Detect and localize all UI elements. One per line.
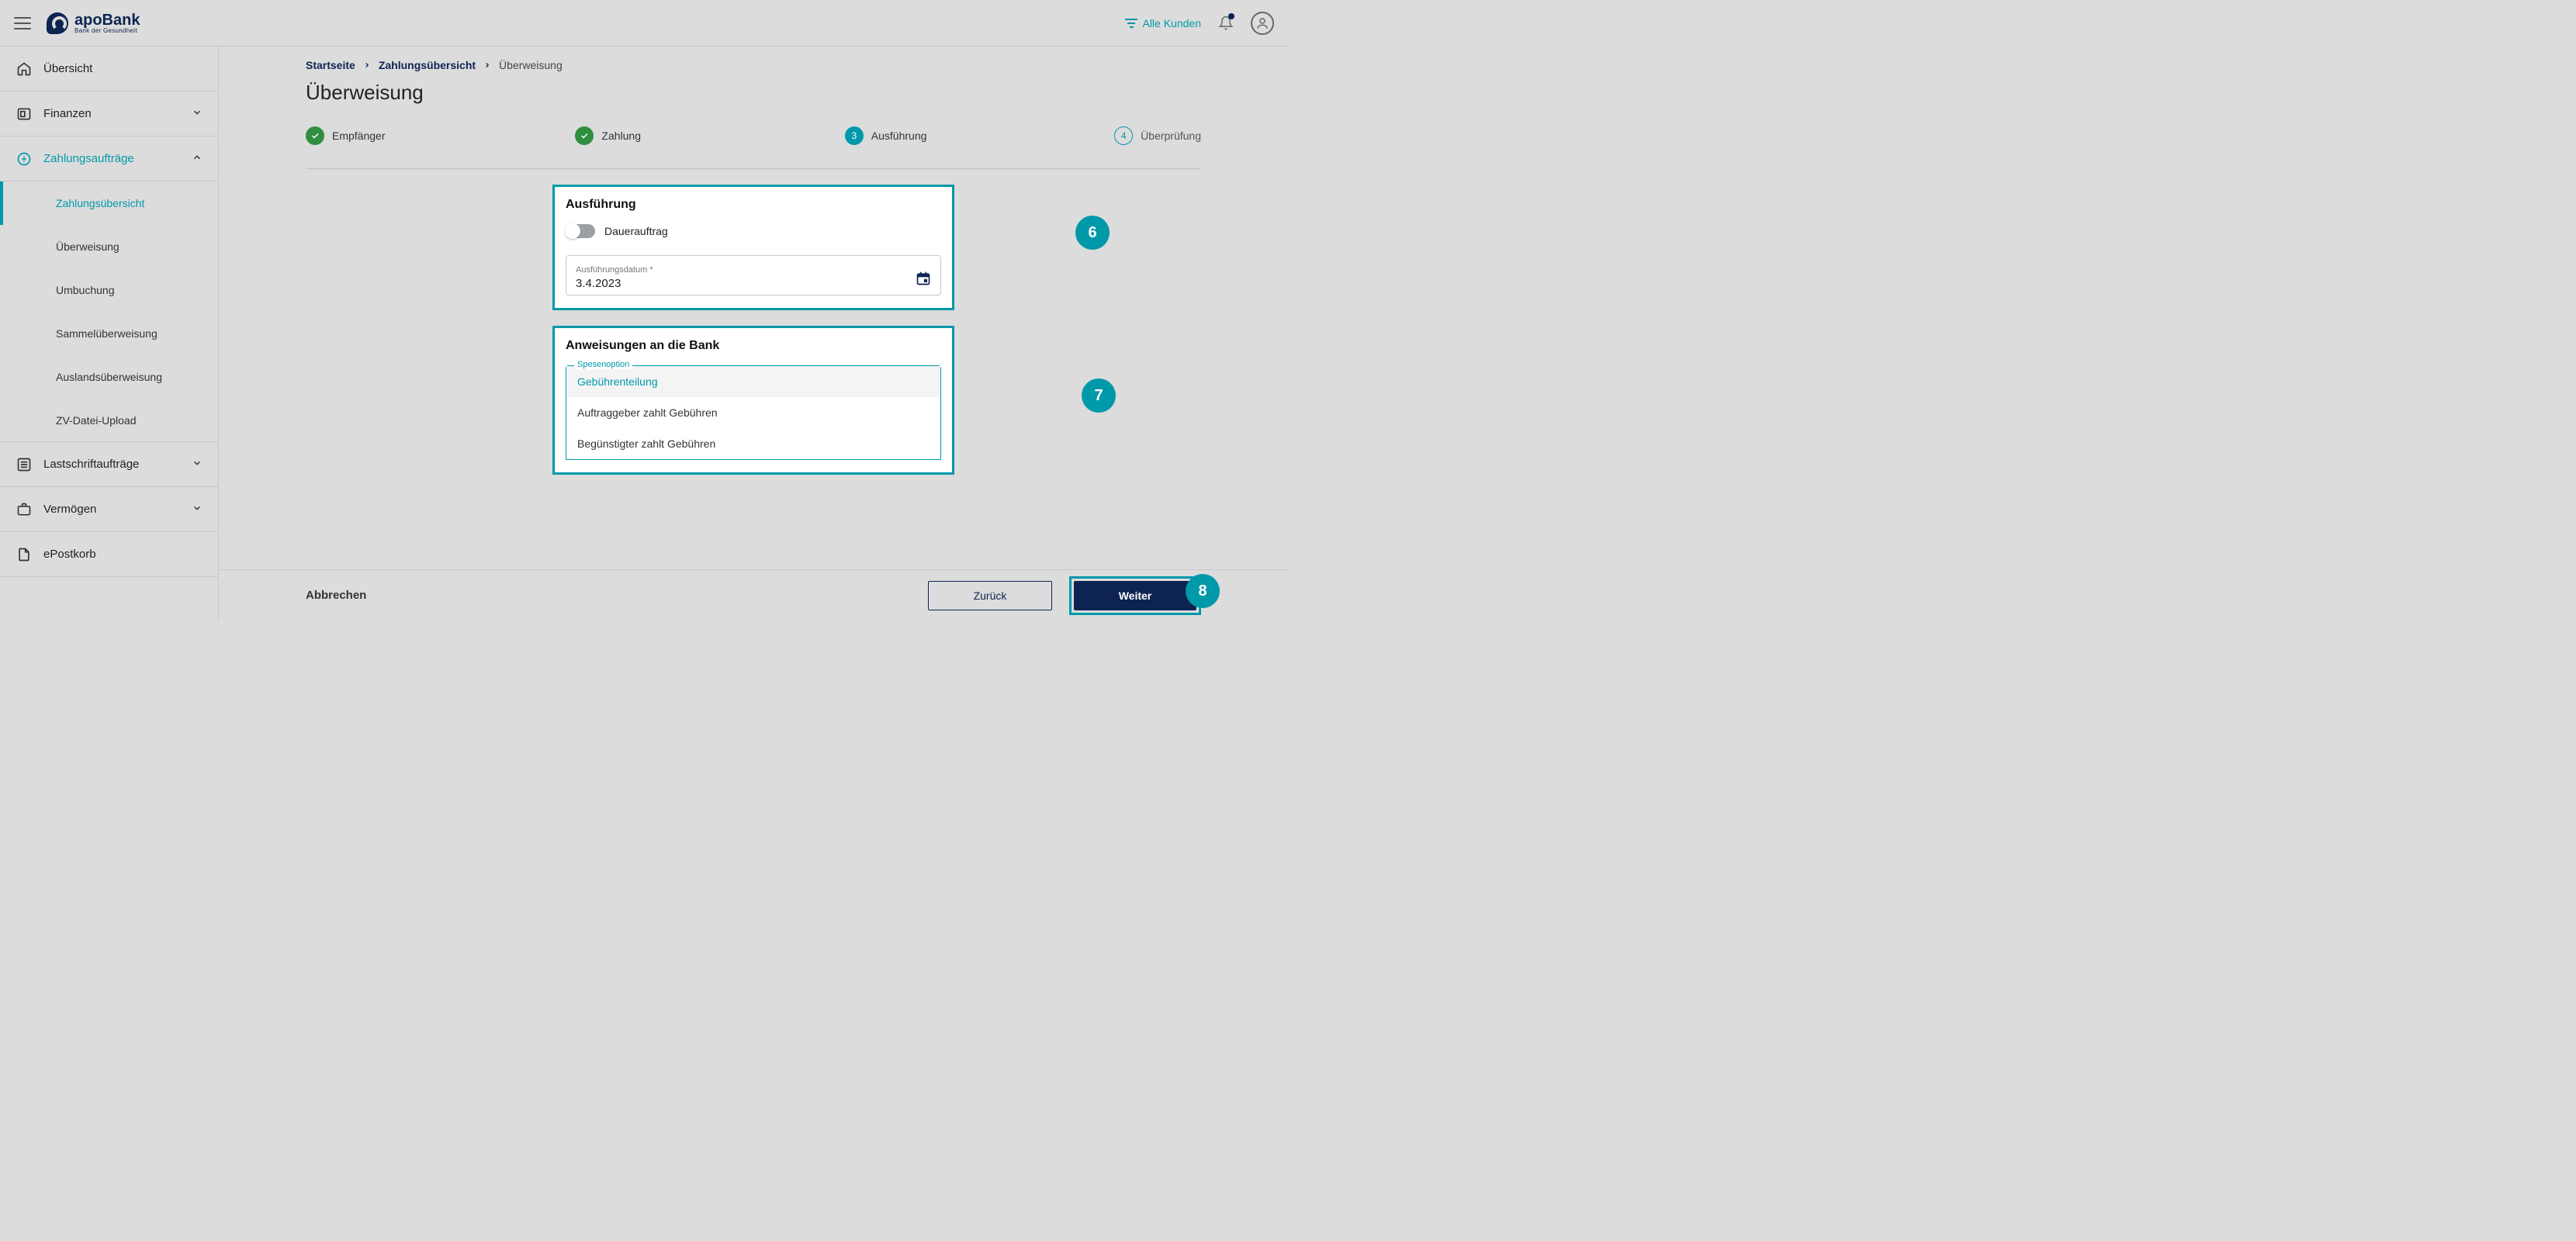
check-icon <box>575 126 594 145</box>
home-icon <box>16 60 33 78</box>
breadcrumb-overview[interactable]: Zahlungsübersicht <box>379 59 476 71</box>
sidebar-sub-foreign-transfer[interactable]: Auslandsüberweisung <box>0 355 218 399</box>
option-label: Auftraggeber zahlt Gebühren <box>577 406 718 419</box>
sidebar-item-overview[interactable]: Übersicht <box>0 47 218 92</box>
brand-tagline: Bank der Gesundheit <box>74 28 140 34</box>
sidebar: Übersicht Finanzen Zahlungsaufträge Zahl… <box>0 47 219 620</box>
profile-button[interactable] <box>1251 12 1274 35</box>
option-label: Begünstigter zahlt Gebühren <box>577 437 715 450</box>
fee-option-select[interactable]: Spesenoption Gebührenteilung Auftraggebe… <box>566 365 941 460</box>
sidebar-item-label: Vermögen <box>43 503 96 516</box>
card-title: Anweisungen an die Bank <box>566 339 941 353</box>
main-area: Startseite Zahlungsübersicht Überweisung… <box>219 47 1288 620</box>
option-fee-split[interactable]: Gebührenteilung <box>566 366 940 397</box>
step-execution: 3 Ausführung <box>845 126 1114 145</box>
execution-card: Ausführung Dauerauftrag Ausführungsdatum… <box>552 185 954 310</box>
app-header: apoBank Bank der Gesundheit Alle Kunden <box>0 0 1288 47</box>
sidebar-sub-label: Sammelüberweisung <box>56 327 158 340</box>
sidebar-item-payment-orders[interactable]: Zahlungsaufträge <box>0 137 218 181</box>
sidebar-sub-transfer[interactable]: Überweisung <box>0 225 218 268</box>
brand-name: apoBank <box>74 12 140 28</box>
sidebar-sub-label: Umbuchung <box>56 284 115 296</box>
step-recipient: Empfänger <box>306 126 575 145</box>
callout-7: 7 <box>1082 379 1116 413</box>
chevron-right-icon <box>363 59 371 71</box>
document-icon <box>16 546 33 563</box>
step-label: Überprüfung <box>1141 130 1201 142</box>
next-button-highlight: Weiter <box>1069 576 1201 615</box>
callout-6: 6 <box>1075 216 1110 250</box>
stepper: Empfänger Zahlung 3 Ausführung 4 Überprü… <box>219 105 1288 145</box>
page-title: Überweisung <box>306 81 1201 105</box>
sidebar-item-label: Zahlungsaufträge <box>43 152 134 165</box>
select-label: Spesenoption <box>574 360 632 369</box>
input-label: Ausführungsdatum * <box>576 265 653 275</box>
option-sender-pays[interactable]: Auftraggeber zahlt Gebühren <box>566 397 940 428</box>
sidebar-sub-label: Auslandsüberweisung <box>56 371 162 383</box>
notification-dot-icon <box>1228 13 1234 19</box>
next-button[interactable]: Weiter <box>1074 581 1196 610</box>
wallet-icon <box>16 105 33 123</box>
chevron-down-icon <box>192 458 203 472</box>
breadcrumb-home[interactable]: Startseite <box>306 59 355 71</box>
filter-text: Alle Kunden <box>1142 17 1201 29</box>
chevron-right-icon <box>483 59 491 71</box>
breadcrumb: Startseite Zahlungsübersicht Überweisung <box>306 59 1201 71</box>
sidebar-item-label: ePostkorb <box>43 548 96 561</box>
sidebar-sub-zv-upload[interactable]: ZV-Datei-Upload <box>0 399 218 442</box>
option-recipient-pays[interactable]: Begünstigter zahlt Gebühren <box>566 428 940 459</box>
standing-order-toggle[interactable] <box>566 224 595 238</box>
step-payment: Zahlung <box>575 126 844 145</box>
step-label: Ausführung <box>871 130 927 142</box>
chevron-down-icon <box>192 107 203 121</box>
step-label: Zahlung <box>601 130 641 142</box>
sidebar-item-label: Übersicht <box>43 62 92 75</box>
menu-toggle-icon[interactable] <box>14 17 31 29</box>
payment-icon <box>16 150 33 168</box>
sidebar-item-label: Lastschriftaufträge <box>43 458 139 471</box>
list-icon <box>16 456 33 473</box>
sidebar-sub-bulk-transfer[interactable]: Sammelüberweisung <box>0 312 218 355</box>
step-number: 3 <box>845 126 864 145</box>
sidebar-sub-label: Zahlungsübersicht <box>56 197 144 209</box>
button-label: Weiter <box>1119 589 1152 602</box>
sidebar-item-epostkorb[interactable]: ePostkorb <box>0 532 218 577</box>
sidebar-sub-label: Überweisung <box>56 240 119 253</box>
chevron-up-icon <box>192 152 203 166</box>
option-label: Gebührenteilung <box>577 375 658 388</box>
sidebar-item-assets[interactable]: Vermögen <box>0 487 218 532</box>
cancel-button[interactable]: Abbrechen <box>306 589 366 602</box>
step-review: 4 Überprüfung <box>1114 126 1201 145</box>
footer-bar: Abbrechen Zurück Weiter <box>219 569 1288 620</box>
filter-icon <box>1125 19 1137 28</box>
sidebar-item-direct-debit[interactable]: Lastschriftaufträge <box>0 442 218 487</box>
sidebar-item-label: Finanzen <box>43 107 92 120</box>
breadcrumb-current: Überweisung <box>499 59 563 71</box>
bank-instructions-card: Anweisungen an die Bank Spesenoption Geb… <box>552 326 954 475</box>
callout-8: 8 <box>1186 574 1220 608</box>
toggle-label: Dauerauftrag <box>604 225 668 237</box>
step-label: Empfänger <box>332 130 385 142</box>
button-label: Zurück <box>974 589 1007 602</box>
step-number: 4 <box>1114 126 1133 145</box>
check-icon <box>306 126 324 145</box>
sidebar-sub-label: ZV-Datei-Upload <box>56 414 137 427</box>
sidebar-sub-payment-overview[interactable]: Zahlungsübersicht <box>0 181 218 225</box>
customer-filter[interactable]: Alle Kunden <box>1125 17 1201 29</box>
briefcase-icon <box>16 501 33 518</box>
notifications-button[interactable] <box>1218 15 1234 32</box>
execution-date-field[interactable]: Ausführungsdatum * 3.4.2023 <box>566 255 941 296</box>
sidebar-item-finances[interactable]: Finanzen <box>0 92 218 137</box>
sidebar-sub-rebooking[interactable]: Umbuchung <box>0 268 218 312</box>
logo-mark-icon <box>47 12 68 34</box>
chevron-down-icon <box>192 503 203 517</box>
back-button[interactable]: Zurück <box>928 581 1052 610</box>
brand-logo[interactable]: apoBank Bank der Gesundheit <box>47 12 140 34</box>
calendar-icon[interactable] <box>916 271 931 290</box>
card-title: Ausführung <box>566 198 941 212</box>
input-value: 3.4.2023 <box>576 277 653 290</box>
